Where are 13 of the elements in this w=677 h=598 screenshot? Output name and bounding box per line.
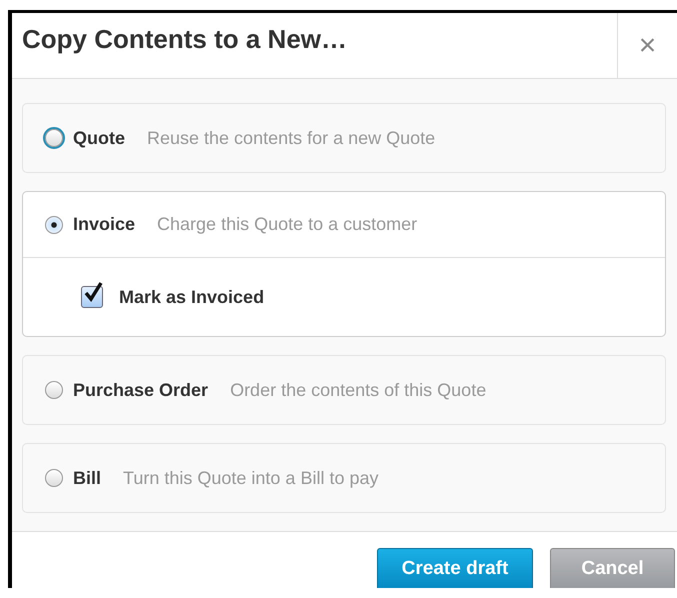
- option-description: Turn this Quote into a Bill to pay: [123, 468, 378, 488]
- option-label[interactable]: Bill: [73, 468, 102, 488]
- radio-button[interactable]: [45, 469, 63, 487]
- option-description: Order the contents of this Quote: [230, 380, 486, 400]
- radio-button[interactable]: [45, 381, 63, 399]
- option-description: Reuse the contents for a new Quote: [147, 128, 436, 148]
- radio-button[interactable]: [45, 216, 63, 234]
- option-description: Charge this Quote to a customer: [157, 214, 418, 235]
- option-label[interactable]: Invoice: [73, 214, 136, 235]
- option-label[interactable]: Quote: [73, 128, 125, 148]
- dialog-title: Copy Contents to a New…: [21, 23, 348, 56]
- checkbox-label[interactable]: Mark as Invoiced: [119, 286, 264, 308]
- option-label[interactable]: Purchase Order: [73, 380, 208, 400]
